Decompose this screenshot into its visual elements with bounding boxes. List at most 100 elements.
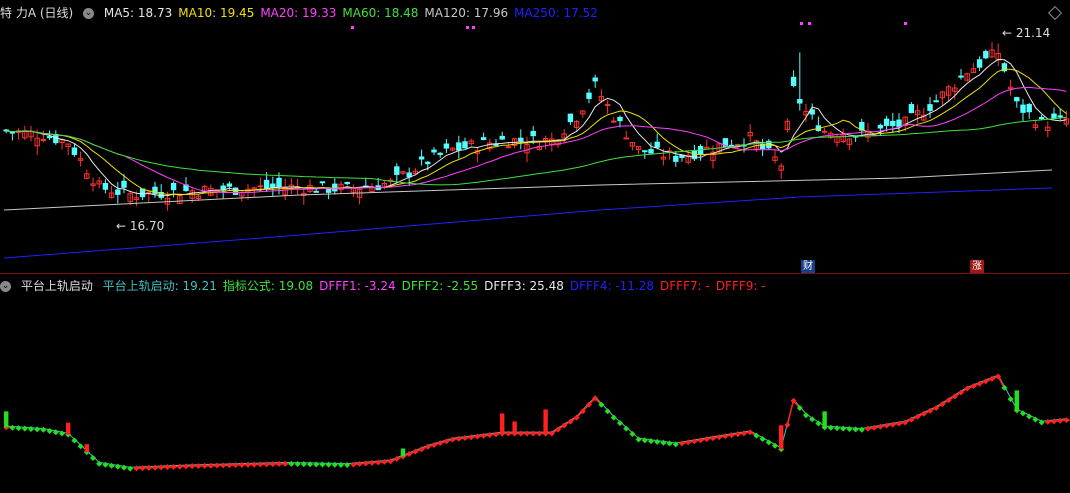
candle [103,179,107,193]
candle [767,139,771,149]
candle [463,138,467,149]
candle [308,179,312,193]
price-chart-svg: ← 21.14← 16.70 [0,0,1070,273]
candle [773,150,777,164]
indicator-diamond [22,426,28,432]
candle [847,138,851,150]
candle [432,147,436,155]
indicator-bar [401,448,405,456]
candle [481,133,485,140]
candle [630,142,634,150]
candle [959,69,963,80]
candle [109,186,113,199]
candle [587,89,591,103]
candle [977,56,981,71]
candle [748,124,752,142]
indicator-diamond [319,461,325,467]
indicator-diamond [629,431,635,437]
ma60-line [6,117,1066,185]
signal-marker [351,26,354,29]
candle [791,70,795,87]
candle [760,139,764,156]
candle [928,97,932,118]
ma10-line [6,69,1066,194]
candle [605,100,609,114]
candle [128,191,132,205]
indicator-bar [4,411,8,427]
indicator-diamond [9,425,15,431]
candle [1052,108,1056,120]
ma5-line [6,59,1066,195]
candles [4,42,1069,210]
candle [835,134,839,147]
candle [822,128,826,134]
candle [965,73,969,82]
candle [841,128,845,143]
candle [593,75,597,88]
candle [1027,103,1031,119]
candle [519,129,523,149]
candle [897,113,901,133]
candle [785,118,789,132]
candle [810,103,814,119]
candle [72,144,76,157]
indicator-diamond [834,425,840,431]
indicator-diamond [78,443,84,449]
candle [1033,120,1037,131]
candle [450,147,454,151]
indicator-diamond [636,437,642,443]
indicator-bar [512,421,516,433]
candle [457,136,461,159]
candle [16,128,20,139]
candle [240,192,244,201]
candle [339,181,343,194]
candle [444,139,448,153]
candle [779,163,783,179]
candle [91,177,95,191]
candle [357,189,361,204]
indicator-diamond [40,427,46,433]
candle [283,179,287,200]
indicator-diamond [853,426,859,432]
candle [667,147,671,159]
candle [1008,80,1012,96]
indicator-diamond [642,437,648,443]
candle [29,126,33,142]
indicator-diamond [71,437,77,443]
candle [147,191,151,202]
candle [333,178,337,194]
candle [97,177,101,189]
candle [636,146,640,154]
indicator-diamond [840,426,846,432]
candle [655,133,659,149]
indicator-diamond [326,462,332,468]
candle [215,190,219,199]
limit-up-badge[interactable]: 涨 [970,260,984,274]
candle [816,117,820,132]
indicator-chart[interactable] [0,275,1070,490]
indicator-diamond [828,425,834,431]
finance-badge[interactable]: 财 [801,260,815,274]
indicator-diamond [803,412,809,418]
indicator-diamond [648,438,654,444]
indicator-diamond [605,408,611,414]
indicator-bar [822,411,826,427]
indicator-bar [1015,390,1019,410]
candle [934,94,938,102]
indicator-diamond [28,426,34,432]
candle [705,139,709,149]
signal-marker [904,22,907,25]
low-price-label: ← 16.70 [116,219,164,233]
panel-divider [0,273,1070,274]
price-candlestick-chart[interactable]: ← 21.14← 16.70 [0,0,1070,273]
candle [984,50,988,60]
candle [401,171,405,175]
candle [494,139,498,147]
candle [345,182,349,185]
indicator-diamond [295,461,301,467]
candle [500,132,504,140]
candle [351,184,355,197]
candle [159,184,163,200]
candle [289,178,293,194]
indicator-chart-svg [0,275,1070,490]
